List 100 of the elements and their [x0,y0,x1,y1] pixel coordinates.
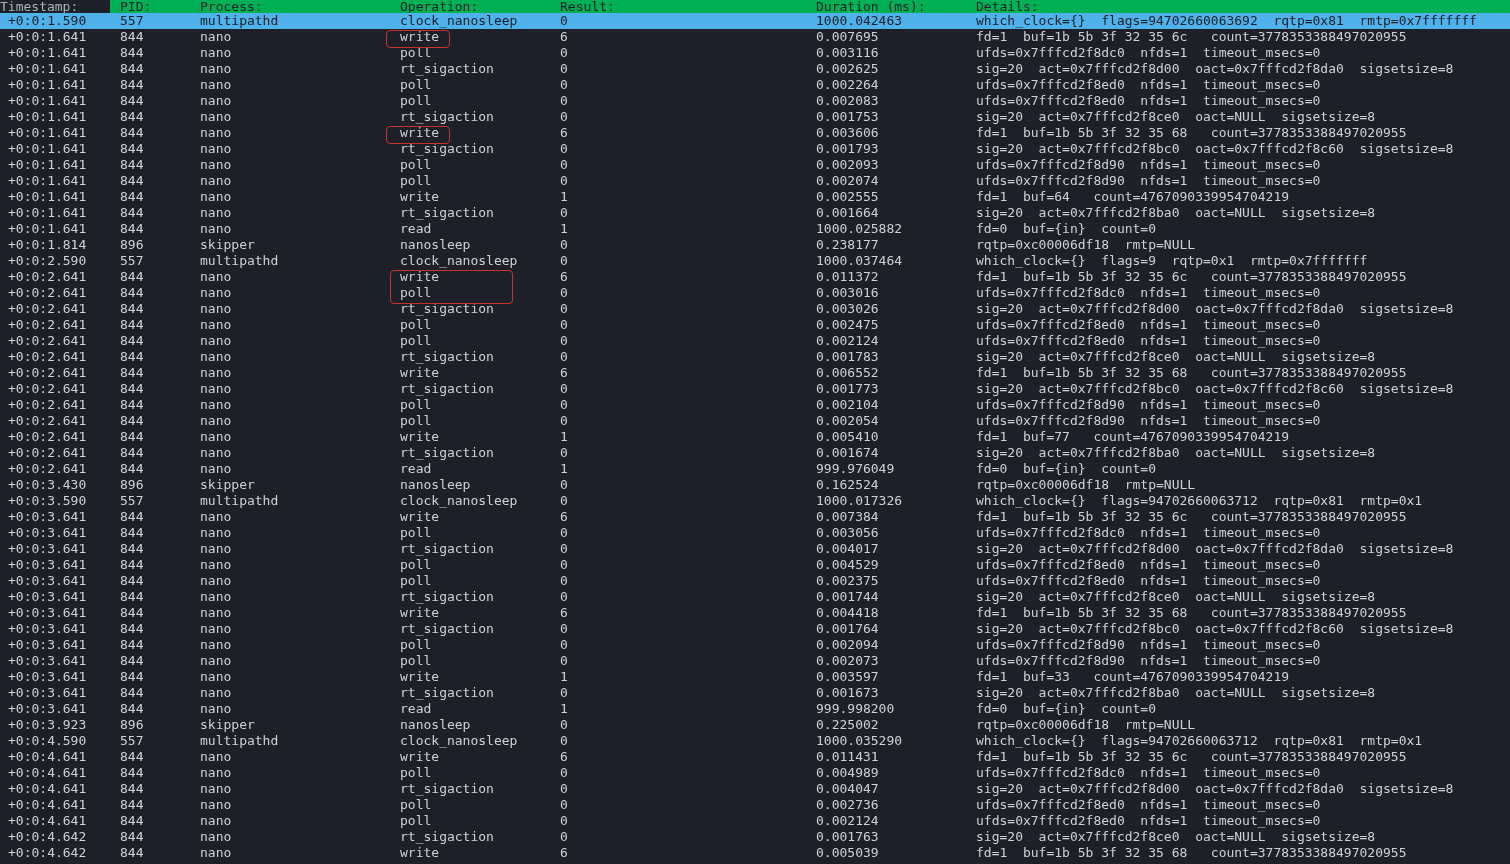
table-row[interactable]: +0:0:4.642 844 nano rt_sigaction 0 0.001763 sig=20 act=0x7fffcd2f8ce0 oact=NULL sigsetsize=8 [0,829,1510,845]
table-row[interactable]: +0:0:1.814 896 skipper nanosleep 0 0.238177 rqtp=0xc00006df18 rmtp=NULL [0,237,1510,253]
table-row[interactable]: +0:0:2.641 844 nano read 1 999.976049 fd=0 buf={in} count=0 [0,461,1510,477]
table-row[interactable]: +0:0:4.642 844 nano write 6 0.005039 fd=1 buf=1b 5b 3f 32 35 68 count=3778353388497020955 [0,845,1510,861]
table-row[interactable]: +0:0:3.641 844 nano poll 0 0.002073 ufds=0x7fffcd2f8d90 nfds=1 timeout_msecs=0 [0,653,1510,669]
column-heading[interactable]: Operation: [400,0,479,13]
table-row[interactable]: +0:0:1.641 844 nano poll 0 0.002074 ufds=0x7fffcd2f8d90 nfds=1 timeout_msecs=0 [0,173,1510,189]
table-row[interactable]: +0:0:2.641 844 nano poll 0 0.002475 ufds=0x7fffcd2f8ed0 nfds=1 timeout_msecs=0 [0,317,1510,333]
table-row[interactable]: +0:0:3.641 844 nano write 6 0.004418 fd=1 buf=1b 5b 3f 32 35 68 count=3778353388497020955 [0,605,1510,621]
operation-name: poll [400,525,432,541]
column-heading[interactable]: PID: [120,0,152,13]
operation-name: write [400,429,440,445]
table-row[interactable]: +0:0:2.641 844 nano write 6 0.011372 fd=1 buf=1b 5b 3f 32 35 6c count=3778353388497020955 [0,269,1510,285]
pid-text: 844 [120,557,144,573]
operation-name: write [400,509,440,525]
table-row[interactable]: +0:0:1.641 844 nano rt_sigaction 0 0.001753 sig=20 act=0x7fffcd2f8ce0 oact=NULL sigsetsize=8 [0,109,1510,125]
table-row[interactable]: +0:0:4.590 557 multipathd clock_nanosleep 0 1000.035290 which_clock={} flags=94702660063712 rqtp=0x81 rmtp=0x1 [0,733,1510,749]
table-row[interactable]: +0:0:2.641 844 nano write 6 0.006552 fd=1 buf=1b 5b 3f 32 35 68 count=3778353388497020955 [0,365,1510,381]
table-row[interactable]: +0:0:2.641 844 nano poll 0 0.002104 ufds=0x7fffcd2f8d90 nfds=1 timeout_msecs=0 [0,397,1510,413]
result-value: 1 [560,189,568,205]
table-row[interactable]: +0:0:3.641 844 nano write 1 0.003597 fd=1 buf=33 count=4767090339954704219 [0,669,1510,685]
table-row[interactable]: +0:0:2.641 844 nano poll 0 0.002054 ufds=0x7fffcd2f8d90 nfds=1 timeout_msecs=0 [0,413,1510,429]
table-row[interactable]: +0:0:2.590 557 multipathd clock_nanosleep 0 1000.037464 which_clock={} flags=9 rqtp=0x1 rmtp=0x7fffffff [0,253,1510,269]
table-row[interactable]: +0:0:1.641 844 nano poll 0 0.002083 ufds=0x7fffcd2f8ed0 nfds=1 timeout_msecs=0 [0,93,1510,109]
pid-text: 844 [120,125,144,141]
operation-name: poll [400,653,432,669]
table-row[interactable]: +0:0:2.641 844 nano rt_sigaction 0 0.003026 sig=20 act=0x7fffcd2f8d00 oact=0x7fffcd2f8da0 sigsetsize=8 [0,301,1510,317]
table-row[interactable]: +0:0:3.641 844 nano rt_sigaction 0 0.001673 sig=20 act=0x7fffcd2f8ba0 oact=NULL sigsetsize=8 [0,685,1510,701]
pid-text: 844 [120,381,144,397]
table-row[interactable]: +0:0:3.641 844 nano rt_sigaction 0 0.001764 sig=20 act=0x7fffcd2f8bc0 oact=0x7fffcd2f8c60 sigsetsize=8 [0,621,1510,637]
operation-name: nanosleep [400,477,471,493]
details-text: sig=20 act=0x7fffcd2f8bc0 oact=0x7fffcd2f8c60 sigsetsize=8 [976,141,1454,157]
table-row[interactable]: +0:0:3.923 896 skipper nanosleep 0 0.225002 rqtp=0xc00006df18 rmtp=NULL [0,717,1510,733]
table-row[interactable]: +0:0:2.641 844 nano poll 0 0.002124 ufds=0x7fffcd2f8ed0 nfds=1 timeout_msecs=0 [0,333,1510,349]
duration-value: 0.003606 [816,125,879,141]
result-value: 0 [560,829,568,845]
details-text: fd=1 buf=1b 5b 3f 32 35 68 count=3778353388497020955 [976,125,1407,141]
table-row[interactable]: +0:0:1.641 844 nano rt_sigaction 0 0.001664 sig=20 act=0x7fffcd2f8ba0 oact=NULL sigsetsize=8 [0,205,1510,221]
table-row[interactable]: +0:0:1.641 844 nano poll 0 0.002093 ufds=0x7fffcd2f8d90 nfds=1 timeout_msecs=0 [0,157,1510,173]
timestamp-text: +0:0:3.590 [8,493,87,509]
process-name: nano [200,541,232,557]
table-row[interactable]: +0:0:4.641 844 nano poll 0 0.004989 ufds=0x7fffcd2f8dc0 nfds=1 timeout_msecs=0 [0,765,1510,781]
table-row[interactable]: +0:0:3.641 844 nano poll 0 0.002094 ufds=0x7fffcd2f8d90 nfds=1 timeout_msecs=0 [0,637,1510,653]
table-row[interactable]: +0:0:1.590 557 multipathd clock_nanosleep 0 1000.042463 which_clock={} flags=94702660063692 rqtp=0x81 rmtp=0x7fffffff [0,13,1510,29]
duration-value: 0.001673 [816,685,879,701]
duration-value: 0.238177 [816,237,879,253]
duration-value: 0.225002 [816,717,879,733]
process-name: nano [200,781,232,797]
timestamp-text: +0:0:3.923 [8,717,87,733]
result-value: 0 [560,493,568,509]
table-row[interactable]: +0:0:1.641 844 nano write 6 0.003606 fd=1 buf=1b 5b 3f 32 35 68 count=3778353388497020955 [0,125,1510,141]
duration-value: 0.003026 [816,301,879,317]
column-heading[interactable]: Timestamp: [0,0,110,13]
table-row[interactable]: +0:0:3.641 844 nano poll 0 0.003056 ufds=0x7fffcd2f8dc0 nfds=1 timeout_msecs=0 [0,525,1510,541]
table-row[interactable]: +0:0:2.641 844 nano rt_sigaction 0 0.001674 sig=20 act=0x7fffcd2f8ba0 oact=NULL sigsetsize=8 [0,445,1510,461]
duration-value: 0.002083 [816,93,879,109]
table-row[interactable]: +0:0:4.641 844 nano write 6 0.011431 fd=1 buf=1b 5b 3f 32 35 6c count=3778353388497020955 [0,749,1510,765]
table-row[interactable]: +0:0:2.641 844 nano write 1 0.005410 fd=1 buf=77 count=4767090339954704219 [0,429,1510,445]
column-heading[interactable]: Details: [976,0,1039,13]
table-row[interactable]: +0:0:3.641 844 nano rt_sigaction 0 0.004017 sig=20 act=0x7fffcd2f8d00 oact=0x7fffcd2f8da0 sigsetsize=8 [0,541,1510,557]
pid-text: 844 [120,301,144,317]
duration-value: 0.002054 [816,413,879,429]
result-value: 1 [560,461,568,477]
operation-name: rt_sigaction [400,205,494,221]
operation-name: write [400,749,440,765]
table-row[interactable]: +0:0:3.641 844 nano rt_sigaction 0 0.001744 sig=20 act=0x7fffcd2f8ce0 oact=NULL sigsetsize=8 [0,589,1510,605]
table-row[interactable]: +0:0:2.641 844 nano rt_sigaction 0 0.001783 sig=20 act=0x7fffcd2f8ce0 oact=NULL sigsetsize=8 [0,349,1510,365]
process-name: nano [200,413,232,429]
column-heading[interactable]: Result: [560,0,615,13]
table-row[interactable]: +0:0:4.641 844 nano rt_sigaction 0 0.004047 sig=20 act=0x7fffcd2f8d00 oact=0x7fffcd2f8da0 sigsetsize=8 [0,781,1510,797]
process-name: nano [200,685,232,701]
pid-text: 844 [120,701,144,717]
process-name: nano [200,749,232,765]
operation-name: poll [400,397,432,413]
table-row[interactable]: +0:0:3.641 844 nano read 1 999.998200 fd=0 buf={in} count=0 [0,701,1510,717]
table-row[interactable]: +0:0:4.641 844 nano poll 0 0.002736 ufds=0x7fffcd2f8ed0 nfds=1 timeout_msecs=0 [0,797,1510,813]
column-heading[interactable]: Duration (ms): [816,0,926,13]
pid-text: 844 [120,829,144,845]
table-row[interactable]: +0:0:1.641 844 nano poll 0 0.002264 ufds=0x7fffcd2f8ed0 nfds=1 timeout_msecs=0 [0,77,1510,93]
operation-name: poll [400,557,432,573]
process-name: nano [200,461,232,477]
table-row[interactable]: +0:0:1.641 844 nano write 6 0.007695 fd=1 buf=1b 5b 3f 32 35 6c count=3778353388497020955 [0,29,1510,45]
table-row[interactable]: +0:0:3.641 844 nano write 6 0.007384 fd=1 buf=1b 5b 3f 32 35 6c count=3778353388497020955 [0,509,1510,525]
column-heading[interactable]: Process: [200,0,263,13]
operation-name: rt_sigaction [400,109,494,125]
table-row[interactable]: +0:0:4.641 844 nano poll 0 0.002124 ufds=0x7fffcd2f8ed0 nfds=1 timeout_msecs=0 [0,813,1510,829]
details-text: fd=0 buf={in} count=0 [976,461,1156,477]
table-row[interactable]: +0:0:2.641 844 nano poll 0 0.003016 ufds=0x7fffcd2f8dc0 nfds=1 timeout_msecs=0 [0,285,1510,301]
table-row[interactable]: +0:0:3.430 896 skipper nanosleep 0 0.162524 rqtp=0xc00006df18 rmtp=NULL [0,477,1510,493]
table-row[interactable]: +0:0:3.641 844 nano poll 0 0.002375 ufds=0x7fffcd2f8ed0 nfds=1 timeout_msecs=0 [0,573,1510,589]
duration-value: 0.001664 [816,205,879,221]
table-row[interactable]: +0:0:1.641 844 nano rt_sigaction 0 0.001793 sig=20 act=0x7fffcd2f8bc0 oact=0x7fffcd2f8c60 sigsetsize=8 [0,141,1510,157]
table-row[interactable]: +0:0:3.641 844 nano poll 0 0.004529 ufds=0x7fffcd2f8ed0 nfds=1 timeout_msecs=0 [0,557,1510,573]
table-row[interactable]: +0:0:1.641 844 nano read 1 1000.025882 fd=0 buf={in} count=0 [0,221,1510,237]
table-row[interactable]: +0:0:1.641 844 nano rt_sigaction 0 0.002625 sig=20 act=0x7fffcd2f8d00 oact=0x7fffcd2f8da0 sigsetsize=8 [0,61,1510,77]
table-row[interactable]: +0:0:3.590 557 multipathd clock_nanosleep 0 1000.017326 which_clock={} flags=94702660063712 rqtp=0x81 rmtp=0x1 [0,493,1510,509]
process-name: nano [200,285,232,301]
table-row[interactable]: +0:0:2.641 844 nano rt_sigaction 0 0.001773 sig=20 act=0x7fffcd2f8bc0 oact=0x7fffcd2f8c60 sigsetsize=8 [0,381,1510,397]
operation-name: clock_nanosleep [400,253,518,269]
table-row[interactable]: +0:0:1.641 844 nano write 1 0.002555 fd=1 buf=64 count=4767090339954704219 [0,189,1510,205]
